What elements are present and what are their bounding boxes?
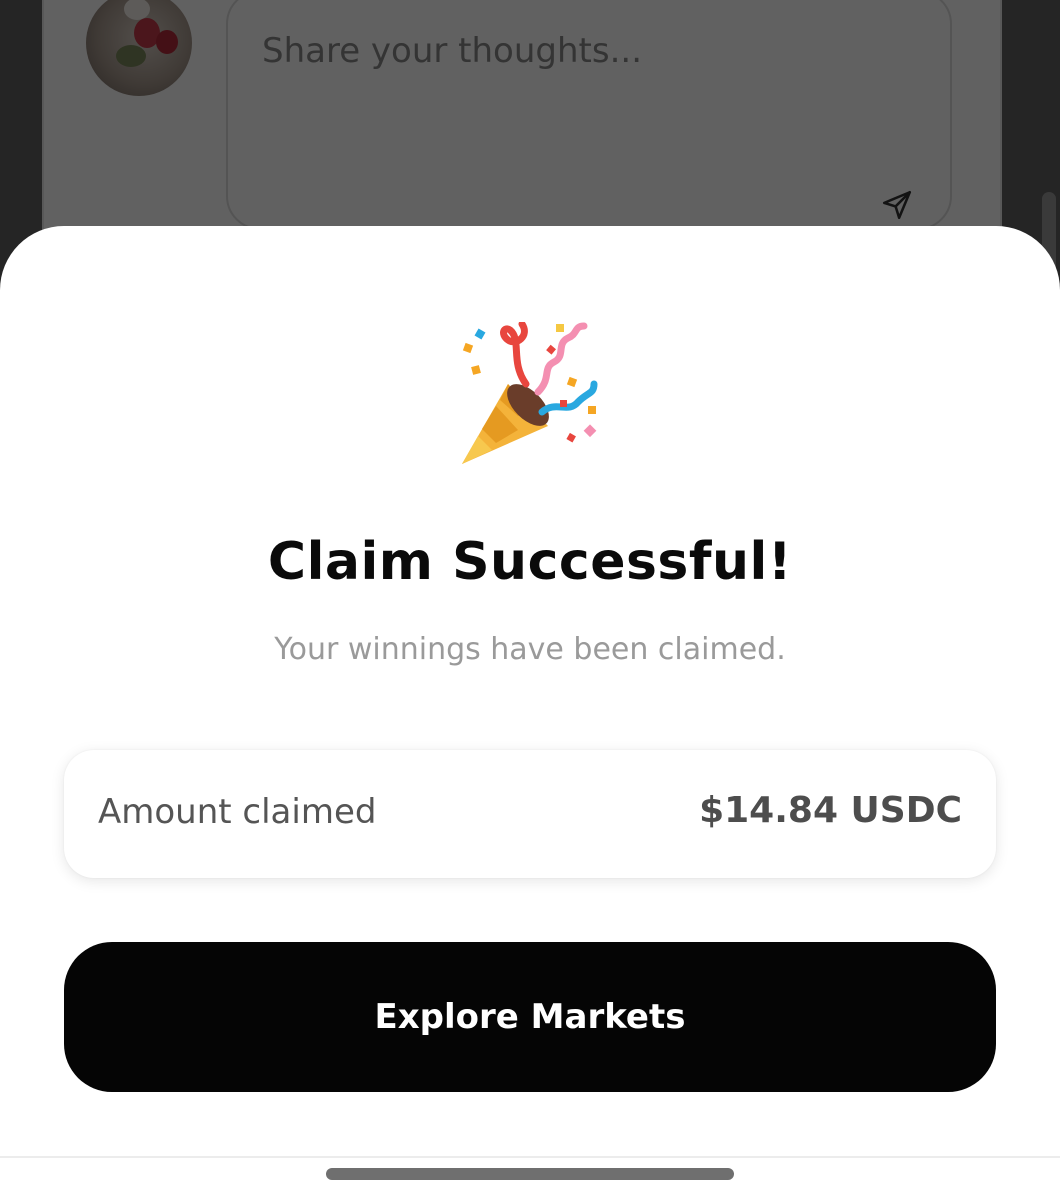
party-popper-icon	[462, 322, 598, 464]
divider	[0, 1156, 1060, 1158]
explore-markets-button[interactable]: Explore Markets	[64, 942, 996, 1092]
success-subtitle: Your winnings have been claimed.	[274, 632, 786, 667]
amount-claimed-label: Amount claimed	[98, 792, 377, 832]
amount-claimed-card: Amount claimed $14.84 USDC	[64, 750, 996, 878]
home-indicator[interactable]	[326, 1168, 734, 1180]
claim-success-sheet: Claim Successful! Your winnings have bee…	[0, 226, 1060, 1200]
success-title: Claim Successful!	[267, 532, 793, 592]
amount-claimed-value: $14.84 USDC	[699, 790, 962, 831]
